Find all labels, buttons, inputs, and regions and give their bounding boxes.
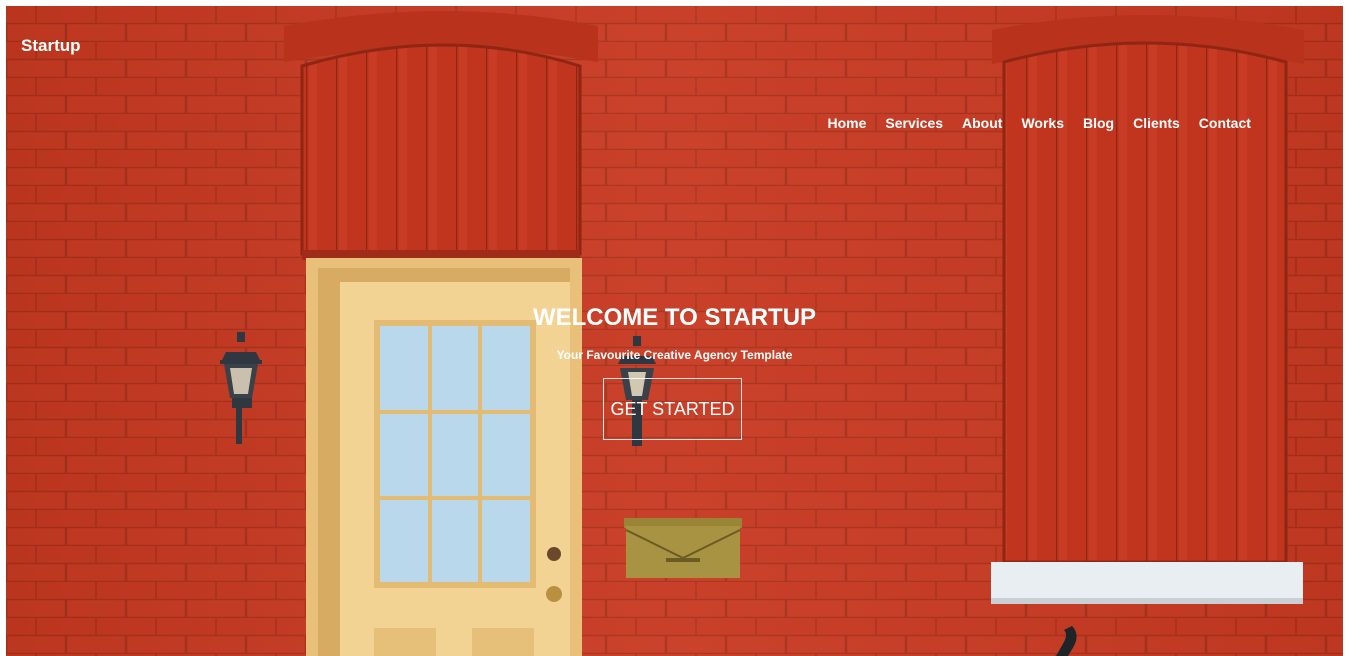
brand-logo-link[interactable]: Startup xyxy=(21,36,81,56)
hero-title: WELCOME TO STARTUP xyxy=(532,304,817,331)
nav-item-services[interactable]: Services xyxy=(876,115,953,131)
hero-section: Startup Home Services About Works Blog C… xyxy=(6,6,1343,656)
main-navigation: Home Services About Works Blog Clients C… xyxy=(818,115,1260,131)
nav-item-home[interactable]: Home xyxy=(818,115,876,131)
nav-item-clients[interactable]: Clients xyxy=(1124,115,1190,131)
get-started-button[interactable]: GET STARTED xyxy=(603,378,742,440)
nav-item-about[interactable]: About xyxy=(953,115,1012,131)
nav-item-works[interactable]: Works xyxy=(1012,115,1074,131)
nav-item-blog[interactable]: Blog xyxy=(1074,115,1124,131)
nav-item-contact[interactable]: Contact xyxy=(1189,115,1260,131)
hero-subtitle: Your Favourite Creative Agency Template xyxy=(556,348,793,362)
